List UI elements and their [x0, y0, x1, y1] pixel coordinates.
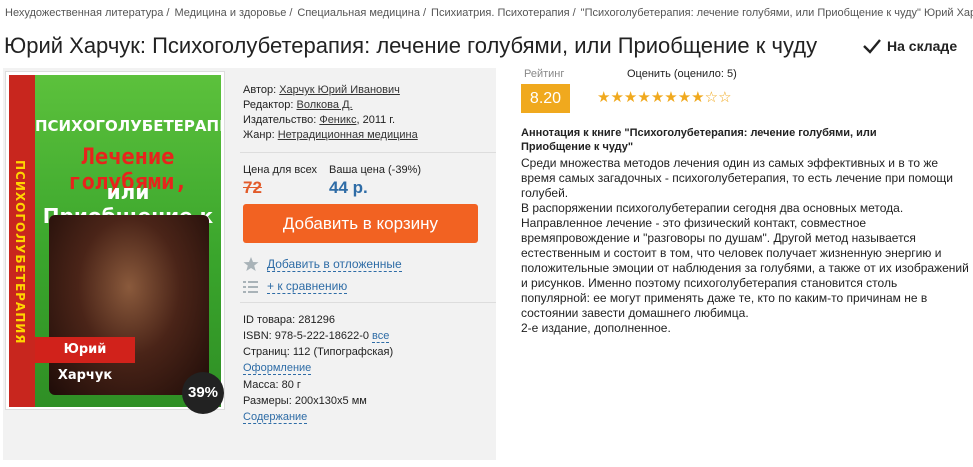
publisher-row: Издательство: Феникс, 2011 г.	[243, 114, 395, 126]
divider	[240, 152, 496, 153]
compare-link[interactable]: + к сравнению	[267, 279, 348, 294]
breadcrumb: Нехудожественная литература / Медицина и з…	[5, 7, 973, 19]
price-all-label: Цена для всех	[243, 164, 317, 176]
page-title: Юрий Харчук: Психоголубетерапия: лечение…	[4, 33, 818, 58]
annotation-paragraph: В распоряжении психоголубетерапии сегодн…	[521, 201, 969, 320]
rate-label: Оценить (оценило: 5)	[627, 68, 737, 80]
check-icon	[863, 39, 881, 54]
divider	[240, 302, 496, 303]
annotation-title: Аннотация к книге "Психоголубетерапия: л…	[521, 127, 877, 153]
annotation-paragraph: 2-е издание, дополненное.	[521, 321, 671, 335]
author-row: Автор: Харчук Юрий Иванович	[243, 84, 400, 96]
isbn-value: ISBN: 978-5-222-18622-0	[243, 330, 369, 342]
contents-row: Содержание	[243, 411, 308, 424]
breadcrumb-item[interactable]: Психиатрия. Психотерапия	[431, 7, 570, 19]
publisher-link[interactable]: Феникс	[319, 114, 356, 126]
editor-link[interactable]: Волкова Д.	[296, 99, 352, 111]
rating-value: 8.20	[521, 84, 570, 113]
cover-art: ПСИХОГОЛУБЕТЕРАПИЯ ПСИХОГОЛУБЕТЕРАПИЯ Ле…	[9, 75, 225, 407]
rating-label: Рейтинг	[524, 68, 565, 80]
rating-star-icon[interactable]: ☆	[718, 90, 731, 106]
annotation-body: Среди множества методов лечения один из …	[521, 156, 969, 336]
rating-stars[interactable]: ★ ★ ★ ★ ★ ★ ★ ★ ☆ ☆	[597, 90, 732, 106]
publisher-label: Издательство:	[243, 114, 317, 126]
annotation-paragraph: Среди множества методов лечения один из …	[521, 156, 953, 200]
genre-label: Жанр:	[243, 129, 275, 141]
publisher-year: , 2011 г.	[356, 114, 396, 126]
cover-spine-text: ПСИХОГОЛУБЕТЕРАПИЯ	[13, 160, 27, 345]
pages-count: Страниц: 112 (Типографская)	[243, 346, 394, 358]
breadcrumb-separator: /	[166, 7, 170, 19]
list-icon	[243, 280, 258, 293]
breadcrumb-current: "Психоголубетерапия: лечение голубями, и…	[580, 7, 973, 19]
new-price: 44 р.	[329, 178, 368, 197]
weight: Масса: 80 г	[243, 379, 301, 391]
genre-link[interactable]: Нетрадиционная медицина	[278, 129, 418, 141]
stock-status: На складе	[862, 37, 957, 55]
breadcrumb-item[interactable]: Медицина и здоровье	[174, 7, 286, 19]
rating-star-icon[interactable]: ★	[624, 90, 637, 106]
rating-star-icon[interactable]: ★	[691, 90, 704, 106]
old-price: 72	[243, 178, 262, 197]
rating-star-icon[interactable]: ★	[637, 90, 650, 106]
compare-action[interactable]: + к сравнению	[243, 279, 348, 294]
book-cover[interactable]: ПСИХОГОЛУБЕТЕРАПИЯ ПСИХОГОЛУБЕТЕРАПИЯ Ле…	[5, 71, 225, 410]
design-row: Оформление	[243, 362, 312, 375]
defer-link[interactable]: Добавить в отложенные	[267, 257, 402, 272]
design-link[interactable]: Оформление	[243, 362, 312, 375]
editor-row: Редактор: Волкова Д.	[243, 99, 353, 111]
cover-author: Юрий Харчук	[35, 337, 135, 383]
add-to-cart-button[interactable]: Добавить в корзину	[243, 204, 478, 243]
breadcrumb-item[interactable]: Специальная медицина	[297, 7, 420, 19]
isbn-row: ISBN: 978-5-222-18622-0 все	[243, 330, 390, 343]
rating-star-icon[interactable]: ★	[664, 90, 677, 106]
price-your-label: Ваша цена (-39%)	[329, 164, 422, 176]
author-label: Автор:	[243, 84, 277, 96]
dimensions: Размеры: 200x130x5 мм	[243, 395, 367, 407]
product-id: ID товара: 281296	[243, 314, 335, 326]
contents-link[interactable]: Содержание	[243, 411, 308, 424]
star-icon	[243, 257, 259, 271]
rating-star-icon[interactable]: ☆	[705, 90, 718, 106]
genre-row: Жанр: Нетрадиционная медицина	[243, 129, 418, 141]
rating-star-icon[interactable]: ★	[597, 90, 610, 106]
editor-label: Редактор:	[243, 99, 294, 111]
defer-action[interactable]: Добавить в отложенные	[243, 256, 402, 272]
breadcrumb-separator: /	[422, 7, 427, 19]
rating-star-icon[interactable]: ★	[610, 90, 623, 106]
breadcrumb-separator: /	[572, 7, 576, 19]
discount-badge: 39%	[182, 372, 224, 414]
breadcrumb-separator: /	[289, 7, 293, 19]
rating-star-icon[interactable]: ★	[678, 90, 691, 106]
author-link[interactable]: Харчук Юрий Иванович	[279, 84, 400, 96]
rating-star-icon[interactable]: ★	[651, 90, 664, 106]
breadcrumb-item[interactable]: Нехудожественная литература	[5, 7, 163, 19]
title-row: Юрий Харчук: Психоголубетерапия: лечение…	[4, 33, 969, 63]
stock-label: На складе	[887, 38, 958, 54]
isbn-all-link[interactable]: все	[372, 330, 390, 343]
cover-title-line: ПСИХОГОЛУБЕТЕРАПИЯ	[35, 117, 225, 135]
